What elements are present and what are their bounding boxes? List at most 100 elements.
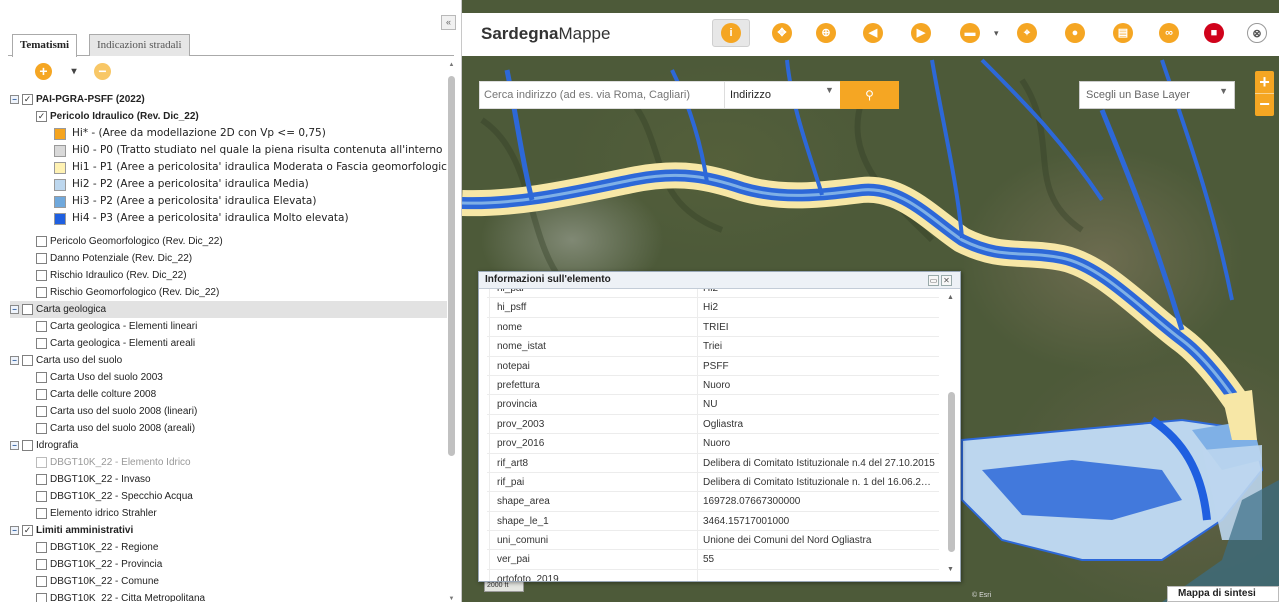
layer-checkbox[interactable] <box>36 236 47 247</box>
table-row: ortofoto_2019 <box>487 570 939 581</box>
group-checkbox[interactable] <box>22 355 33 366</box>
layer-checkbox[interactable] <box>36 559 47 570</box>
tree-scrollbar[interactable]: ▲ ▼ <box>447 62 456 602</box>
layer-checkbox[interactable] <box>36 457 47 468</box>
layer-checkbox[interactable] <box>36 321 47 332</box>
group-checkbox[interactable] <box>22 440 33 451</box>
print-icon[interactable]: ▤ <box>1113 23 1133 43</box>
layer-checkbox[interactable] <box>36 423 47 434</box>
tree-layer[interactable]: DBGT10K_22 - Elemento Idrico <box>10 454 447 471</box>
layer-checkbox[interactable] <box>36 287 47 298</box>
measure-icon[interactable]: ▬ <box>960 23 980 43</box>
pan-icon[interactable]: ✥ <box>772 23 792 43</box>
tree-group-label: Carta uso del suolo <box>36 355 123 366</box>
tree-layer[interactable]: DBGT10K_22 - Invaso <box>10 471 447 488</box>
chevron-down-icon[interactable]: ▼ <box>825 85 834 95</box>
globe-icon[interactable]: ⊗ <box>1247 23 1267 43</box>
scroll-up-icon[interactable]: ▲ <box>947 294 954 301</box>
tab-indicazioni-stradali[interactable]: Indicazioni stradali <box>89 34 190 56</box>
close-icon[interactable]: ✕ <box>941 275 952 286</box>
layer-checkbox[interactable] <box>36 270 47 281</box>
add-layer-button[interactable]: + <box>35 63 52 80</box>
tree-group-carta-uso-suolo[interactable]: − Carta uso del suolo <box>10 352 447 369</box>
layer-checkbox[interactable] <box>36 474 47 485</box>
scrollbar-thumb[interactable] <box>948 392 955 552</box>
group-checkbox[interactable]: ✓ <box>22 525 33 536</box>
attribute-value: Hi2 <box>703 289 935 298</box>
info-scrollbar[interactable]: ▲ ▼ <box>945 292 958 579</box>
zoom-box-icon[interactable]: ⊕ <box>816 23 836 43</box>
overview-map-toggle[interactable]: Mappa di sintesi <box>1167 586 1279 602</box>
layer-checkbox[interactable] <box>36 253 47 264</box>
layer-checkbox[interactable] <box>36 372 47 383</box>
tree-layer[interactable]: Rischio Idraulico (Rev. Dic_22) <box>10 267 447 284</box>
back-icon[interactable]: ◀ <box>863 23 883 43</box>
tree-layer[interactable]: DBGT10K_22 - Provincia <box>10 556 447 573</box>
layer-checkbox[interactable] <box>36 576 47 587</box>
tree-group-limiti-amministrativi[interactable]: − ✓ Limiti amministrativi <box>10 522 447 539</box>
tree-layer[interactable]: DBGT10K_22 - Citta Metropolitana <box>10 590 447 602</box>
attribute-value: Delibera di Comitato Istituzionale n.4 d… <box>703 457 935 469</box>
table-row: nome_istat Triei <box>487 337 939 357</box>
tree-layer[interactable]: Carta delle colture 2008 <box>10 386 447 403</box>
collapse-toggle-icon[interactable]: − <box>10 526 19 535</box>
collapse-toggle-icon[interactable]: − <box>10 441 19 450</box>
zoom-in-button[interactable]: + <box>1255 71 1274 93</box>
layer-checkbox[interactable]: ✓ <box>36 111 47 122</box>
forward-icon[interactable]: ▶ <box>911 23 931 43</box>
info-window-header[interactable]: Informazioni sull'elemento ▭ ✕ <box>479 272 960 289</box>
marker-icon[interactable]: ⌖ <box>1017 23 1037 43</box>
tree-layer[interactable]: Carta Uso del suolo 2003 <box>10 369 447 386</box>
tree-group-idrografia[interactable]: − Idrografia <box>10 437 447 454</box>
attribute-key: prefettura <box>497 379 540 391</box>
legend-item: Hi4 - P3 (Aree a pericolosita' idraulica… <box>10 210 447 227</box>
scroll-down-icon[interactable]: ▼ <box>947 566 954 573</box>
tree-layer[interactable]: Carta uso del suolo 2008 (lineari) <box>10 403 447 420</box>
tree-layer[interactable]: Pericolo Geomorfologico (Rev. Dic_22) <box>10 233 447 250</box>
location-icon[interactable]: ● <box>1065 23 1085 43</box>
attribute-table: hi_pai Hi2 hi_psff Hi2 nome TRIEI nome_ista… <box>487 289 939 581</box>
tree-layer[interactable]: Carta uso del suolo 2008 (areali) <box>10 420 447 437</box>
group-checkbox[interactable]: ✓ <box>22 94 33 105</box>
minimize-icon[interactable]: ▭ <box>928 275 939 286</box>
search-button[interactable]: ⚲ <box>840 81 899 109</box>
base-layer-select[interactable]: Scegli un Base Layer ▼ <box>1079 81 1235 109</box>
layer-checkbox[interactable] <box>36 508 47 519</box>
tree-layer[interactable]: Danno Potenziale (Rev. Dic_22) <box>10 250 447 267</box>
info-icon[interactable]: i <box>721 23 741 43</box>
link-icon[interactable]: ∞ <box>1159 23 1179 43</box>
layer-checkbox[interactable] <box>36 593 47 602</box>
group-checkbox[interactable] <box>22 304 33 315</box>
chevron-down-icon[interactable]: ▾ <box>994 28 999 39</box>
table-row: shape_area 169728.07667300000 <box>487 492 939 512</box>
table-row: prefettura Nuoro <box>487 376 939 396</box>
tree-layer[interactable]: Carta geologica - Elementi areali <box>10 335 447 352</box>
layer-checkbox[interactable] <box>36 491 47 502</box>
tree-layer[interactable]: Elemento idrico Strahler <box>10 505 447 522</box>
search-type-select[interactable]: Indirizzo <box>730 89 771 101</box>
collapse-toggle-icon[interactable]: − <box>10 356 19 365</box>
tree-group-carta-geologica[interactable]: − Carta geologica <box>10 301 447 318</box>
remove-layer-button[interactable]: − <box>94 63 111 80</box>
collapse-toggle-icon[interactable]: − <box>10 95 19 104</box>
scroll-up-icon[interactable]: ▲ <box>448 62 455 68</box>
scrollbar-thumb[interactable] <box>448 76 455 456</box>
layer-checkbox[interactable] <box>36 406 47 417</box>
zoom-out-button[interactable]: − <box>1255 93 1274 116</box>
layer-checkbox[interactable] <box>36 338 47 349</box>
chevron-down-icon[interactable]: ▾ <box>70 63 78 80</box>
base-layer-label: Scegli un Base Layer <box>1086 89 1190 101</box>
lock-icon[interactable]: ■ <box>1204 23 1224 43</box>
layer-checkbox[interactable] <box>36 389 47 400</box>
layer-checkbox[interactable] <box>36 542 47 553</box>
tab-tematismi[interactable]: Tematismi <box>12 34 78 57</box>
tree-layer[interactable]: DBGT10K_22 - Comune <box>10 573 447 590</box>
tree-layer[interactable]: DBGT10K_22 - Regione <box>10 539 447 556</box>
tree-layer[interactable]: Carta geologica - Elementi lineari <box>10 318 447 335</box>
tree-layer[interactable]: DBGT10K_22 - Specchio Acqua <box>10 488 447 505</box>
search-input[interactable] <box>480 82 725 108</box>
tree-layer[interactable]: Rischio Geomorfologico (Rev. Dic_22) <box>10 284 447 301</box>
collapse-panel-button[interactable]: « <box>441 15 456 30</box>
scroll-down-icon[interactable]: ▼ <box>448 596 455 602</box>
collapse-toggle-icon[interactable]: − <box>10 305 19 314</box>
